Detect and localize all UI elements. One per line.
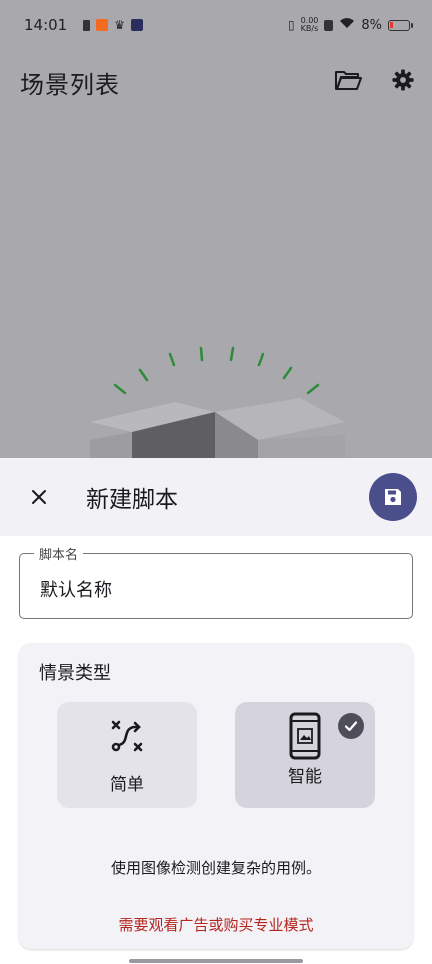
status-bar: 14:01 ♛ ▯ 0.00 KB/s 8% xyxy=(0,0,432,50)
pro-mode-notice[interactable]: 需要观看广告或购买专业模式 xyxy=(19,914,413,935)
sim-icon xyxy=(83,19,91,31)
network-speed: 0.00 KB/s xyxy=(301,17,319,33)
scene-type-smart-label: 智能 xyxy=(288,767,322,787)
play-notification-icon xyxy=(131,19,143,31)
script-name-input[interactable]: 默认名称 xyxy=(40,576,112,602)
phone-image-icon xyxy=(289,712,321,760)
sheet-title: 新建脚本 xyxy=(86,487,178,513)
check-icon xyxy=(338,713,364,739)
scene-type-title: 情景类型 xyxy=(39,663,111,684)
close-button[interactable] xyxy=(20,478,58,516)
status-time: 14:01 xyxy=(24,16,68,34)
gear-icon[interactable] xyxy=(392,69,414,95)
save-button[interactable] xyxy=(369,473,417,521)
battery-icon xyxy=(388,19,413,31)
close-icon xyxy=(32,490,46,504)
crown-icon: ♛ xyxy=(114,18,125,32)
no-sim-icon xyxy=(324,19,334,31)
new-script-sheet: 新建脚本 脚本名 默认名称 情景类型 简单 智能 使用图像检测创建复杂的用例。 … xyxy=(0,458,432,964)
empty-box-illustration xyxy=(90,340,350,458)
wifi-icon xyxy=(339,17,355,33)
battery-percent: 8% xyxy=(361,17,382,33)
scene-type-smart[interactable]: 智能 xyxy=(235,702,375,808)
app-bar: 场景列表 xyxy=(0,50,432,114)
script-name-label: 脚本名 xyxy=(34,544,84,563)
app-notification-icon xyxy=(96,19,109,31)
script-name-field[interactable]: 脚本名 默认名称 xyxy=(19,544,413,619)
page-title: 场景列表 xyxy=(20,70,120,99)
folder-open-icon[interactable] xyxy=(334,69,362,95)
scene-type-simple-label: 简单 xyxy=(110,775,144,795)
scene-type-description: 使用图像检测创建复杂的用例。 xyxy=(110,859,321,877)
home-indicator[interactable] xyxy=(129,959,303,963)
scene-type-card: 情景类型 简单 智能 使用图像检测创建复杂的用例。 需要观看广告或购买专业模式 xyxy=(19,643,413,949)
vibrate-icon: ▯ xyxy=(287,18,295,32)
save-icon xyxy=(385,489,401,505)
net-speed-unit: KB/s xyxy=(300,24,319,33)
scene-type-simple[interactable]: 简单 xyxy=(57,702,197,808)
route-icon xyxy=(111,720,143,752)
sheet-header: 新建脚本 xyxy=(0,458,432,536)
